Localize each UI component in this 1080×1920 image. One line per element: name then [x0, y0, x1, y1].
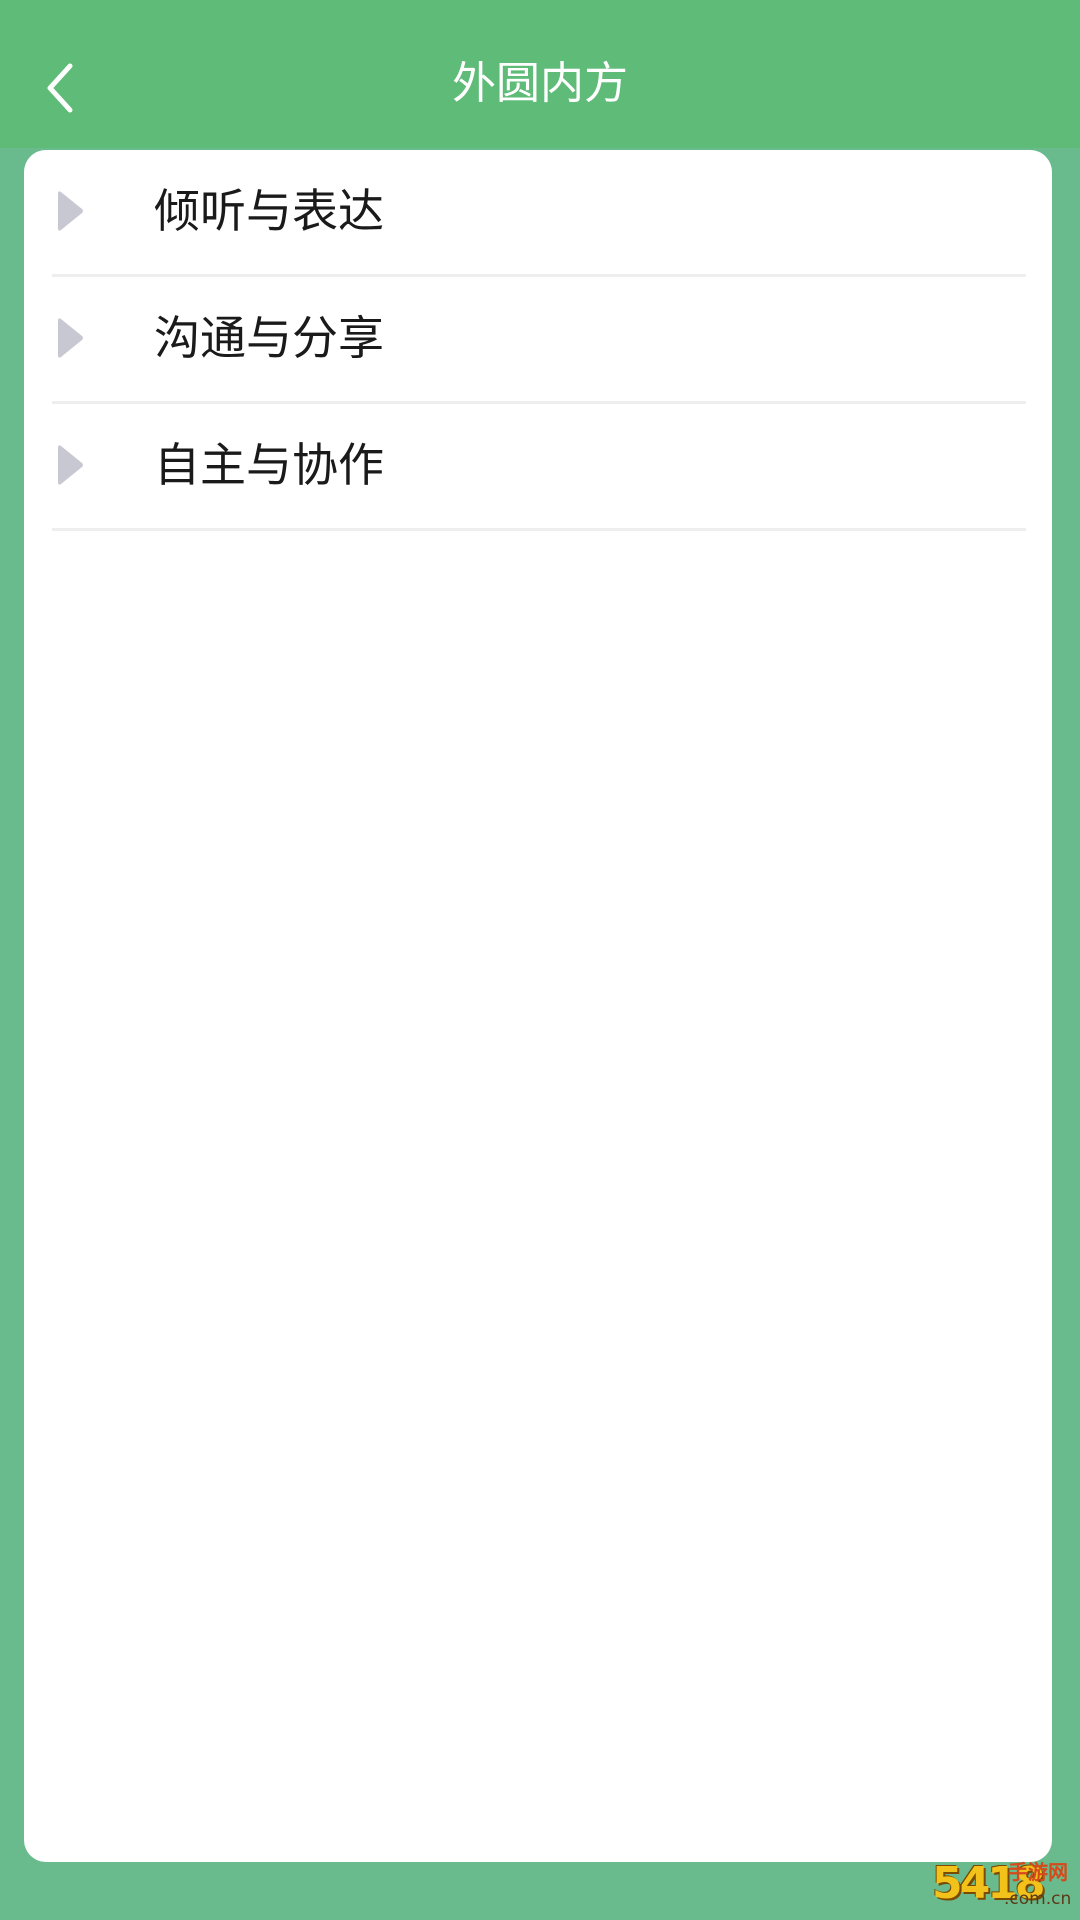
- list-item[interactable]: 自主与协作: [52, 404, 1026, 531]
- list-item[interactable]: 倾听与表达: [52, 150, 1026, 277]
- watermark-domain: .com.cn: [1004, 1889, 1072, 1909]
- list-item-label: 沟通与分享: [154, 311, 384, 365]
- list-item-label: 倾听与表达: [154, 184, 384, 238]
- top-app-bar: 外圆内方: [0, 0, 1080, 148]
- page-title: 外圆内方: [452, 58, 628, 109]
- caret-right-icon: [58, 445, 83, 485]
- content-card: 倾听与表达 沟通与分享 自主与协作: [24, 150, 1052, 1862]
- site-watermark: 5418 手游网 .com.cn: [930, 1854, 1080, 1920]
- topic-list: 倾听与表达 沟通与分享 自主与协作: [52, 150, 1026, 531]
- list-item-label: 自主与协作: [154, 438, 384, 492]
- caret-right-icon: [58, 318, 83, 358]
- caret-right-icon: [58, 191, 83, 231]
- list-item[interactable]: 沟通与分享: [52, 277, 1026, 404]
- watermark-text: 手游网: [1008, 1860, 1068, 1884]
